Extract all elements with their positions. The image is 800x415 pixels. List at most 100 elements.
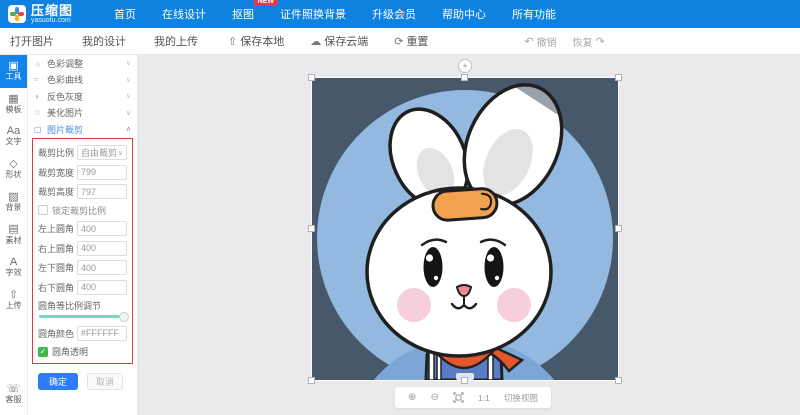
corner-tl-input[interactable]	[77, 221, 127, 236]
corner-transparent-checkbox[interactable]: ✓	[38, 346, 48, 357]
sidebar-item-templates[interactable]: ▦ 模板	[0, 88, 27, 121]
sidebar-item-materials[interactable]: ▤ 素材	[0, 218, 27, 251]
corner-tl-label: 左上圆角	[38, 224, 75, 234]
crop-height-input[interactable]	[77, 184, 127, 199]
editor-canvas[interactable]: + ⊕ ⊖ 1:1 切换视图	[139, 55, 800, 415]
corner-color-input[interactable]	[77, 325, 127, 341]
corner-br-label: 右下圆角	[38, 282, 75, 293]
crop-icon: ▢	[34, 124, 42, 134]
sidebar-item-text-effects[interactable]: A 字效	[0, 251, 27, 284]
section-color-adjust[interactable]: ☼ 色彩调整 ∨	[28, 55, 137, 72]
chevron-up-icon: ∧	[125, 126, 131, 134]
chevron-down-icon: ∨	[125, 60, 131, 68]
curve-icon: ≈	[34, 75, 39, 85]
reset-button[interactable]: ⟳ 重置	[394, 33, 428, 49]
zoom-out-icon[interactable]: ⊖	[430, 392, 438, 403]
my-uploads-button[interactable]: 我的上传	[154, 33, 198, 49]
color-adjust-icon: ☼	[34, 58, 42, 68]
nav-help-center[interactable]: 帮助中心	[442, 6, 486, 22]
nav-cutout[interactable]: 抠图 NEW	[232, 0, 278, 22]
resize-handle-bottom-right[interactable]	[615, 377, 622, 384]
crop-ratio-label: 裁剪比例	[38, 148, 75, 158]
section-color-curve[interactable]: ≈ 色彩曲线 ∨	[28, 72, 137, 89]
section-beautify[interactable]: ☆ 美化图片 ∨	[28, 105, 137, 122]
resize-handle-top-left[interactable]	[308, 74, 315, 81]
nav-all-features[interactable]: 所有功能	[512, 6, 556, 22]
reset-icon: ⟳	[394, 35, 404, 48]
resize-handle-bottom-left[interactable]	[308, 377, 315, 384]
rabbit-artwork	[312, 78, 618, 380]
save-local-button[interactable]: ⇧ 保存本地	[228, 33, 284, 49]
sidebar-item-support[interactable]: ☏ 客服	[0, 378, 27, 411]
sidebar-item-tools[interactable]: ▣ 工具	[0, 55, 27, 88]
editor-toolbar: 打开图片 我的设计 我的上传 ⇧ 保存本地 ☁ 保存云端 ⟳ 重置 ↶ 撤销 恢…	[0, 28, 800, 55]
save-cloud-button[interactable]: ☁ 保存云端	[310, 33, 368, 49]
open-image-button[interactable]: 打开图片	[10, 33, 54, 49]
section-image-crop[interactable]: ▢ 图片裁剪 ∧	[28, 121, 137, 138]
resize-handle-top-center[interactable]	[461, 74, 468, 81]
redo-button[interactable]: 恢复 ↷	[573, 34, 605, 49]
chevron-down-icon: ∨	[125, 76, 131, 84]
corner-tr-label: 右上圆角	[38, 243, 75, 254]
move-handle[interactable]: +	[458, 59, 472, 73]
switch-view-button[interactable]: 切换视图	[504, 392, 538, 404]
corner-br-input[interactable]	[77, 279, 127, 295]
crop-settings-highlight-box: 裁剪比例 自由裁剪 ∨ 裁剪宽度 裁剪高度 锁定裁剪比例 左上圆角 右上圆角	[32, 138, 133, 364]
resize-handle-mid-left[interactable]	[308, 225, 315, 232]
my-designs-button[interactable]: 我的设计	[82, 33, 126, 49]
corner-color-label: 圆角颜色	[38, 328, 75, 339]
nav-online-design[interactable]: 在线设计	[162, 6, 206, 22]
redo-icon: ↷	[595, 35, 605, 48]
corner-transparent-row[interactable]: ✓ 圆角透明	[38, 345, 127, 358]
slider-knob[interactable]	[119, 311, 129, 322]
resize-handle-top-right[interactable]	[615, 74, 622, 81]
chevron-down-icon: ∨	[117, 149, 123, 157]
invert-icon: ◑	[34, 91, 39, 101]
view-toolbar: ⊕ ⊖ 1:1 切换视图	[395, 387, 551, 408]
corner-radius-slider[interactable]	[39, 311, 129, 322]
corner-transparent-label: 圆角透明	[52, 347, 89, 357]
undo-button[interactable]: ↶ 撤销	[524, 34, 556, 49]
adjustment-panel: ☼ 色彩调整 ∨ ≈ 色彩曲线 ∨ ◑ 反色灰度 ∨ ☆ 美化图片 ∨ ▢ 图片…	[28, 55, 138, 415]
sidebar-item-shapes[interactable]: ◇ 形状	[0, 153, 27, 186]
section-invert-grayscale[interactable]: ◑ 反色灰度 ∨	[28, 88, 137, 105]
crop-width-input[interactable]	[77, 164, 127, 180]
app-logo[interactable]: 压缩图 yasuotu.com	[8, 4, 100, 24]
zoom-1to1-button[interactable]: 1:1	[478, 393, 490, 403]
resize-handle-mid-right[interactable]	[615, 225, 622, 232]
corner-bl-label: 左下圆角	[38, 263, 75, 273]
lock-ratio-checkbox[interactable]	[38, 205, 48, 215]
crop-width-label: 裁剪宽度	[38, 167, 75, 178]
corner-bl-input[interactable]	[77, 260, 127, 275]
upload-icon: ⇧	[8, 288, 19, 301]
sidebar-item-background[interactable]: ▨ 背景	[0, 186, 27, 219]
top-navbar: 压缩图 yasuotu.com 首页 在线设计 抠图 NEW 证件照换背景 升级…	[0, 0, 800, 28]
template-grid-icon: ▦	[8, 92, 19, 105]
nav-id-photo-bg[interactable]: 证件照换背景	[280, 6, 346, 22]
resize-handle-bottom-center[interactable]	[461, 377, 468, 384]
toolbox-icon: ▣	[8, 60, 19, 72]
nav-home[interactable]: 首页	[114, 6, 136, 22]
crop-height-label: 裁剪高度	[38, 187, 75, 197]
sidebar-item-text[interactable]: Aa 文字	[0, 120, 27, 153]
background-icon: ▨	[8, 190, 19, 203]
text-effect-icon: A	[9, 256, 18, 269]
new-badge: NEW	[253, 0, 278, 6]
confirm-button[interactable]: 确定	[38, 373, 78, 390]
crop-ratio-select[interactable]: 自由裁剪 ∨	[77, 145, 127, 160]
nav-upgrade-vip[interactable]: 升级会员	[372, 6, 416, 22]
beautify-icon: ☆	[34, 108, 42, 118]
fit-screen-icon[interactable]	[453, 392, 464, 403]
corner-slider-label: 圆角等比例调节	[38, 301, 102, 311]
text-icon: Aa	[6, 125, 21, 138]
headset-icon: ☏	[6, 383, 21, 396]
rabbit-image[interactable]: +	[308, 59, 622, 384]
sidebar-item-upload[interactable]: ⇧ 上传	[0, 284, 27, 317]
app-domain: yasuotu.com	[31, 17, 71, 24]
lock-ratio-checkbox-row[interactable]: 锁定裁剪比例	[38, 204, 127, 217]
cloud-icon: ☁	[310, 35, 322, 48]
tool-sidebar: ▣ 工具 ▦ 模板 Aa 文字 ◇ 形状 ▨ 背景 ▤ 素材 A 字效 ⇧ 上传…	[0, 55, 28, 415]
corner-tr-input[interactable]	[77, 240, 127, 256]
cancel-button[interactable]: 取消	[87, 373, 123, 390]
zoom-in-icon[interactable]: ⊕	[408, 392, 416, 403]
